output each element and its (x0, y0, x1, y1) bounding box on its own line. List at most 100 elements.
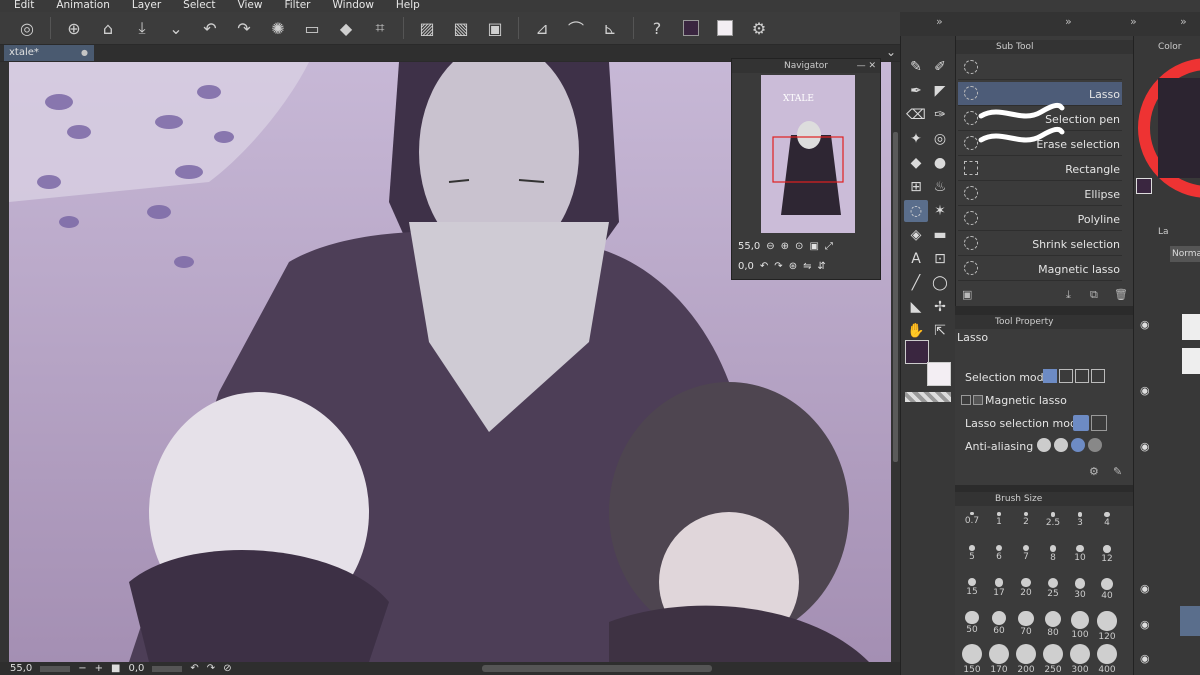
brush-size-option[interactable]: 60 (986, 609, 1012, 639)
brush-size-option[interactable]: 20 (1013, 576, 1039, 606)
flip-vertical-icon[interactable]: ⇵ (817, 261, 825, 272)
eye-icon[interactable]: ◉ (1140, 384, 1150, 397)
lasso-mode-polygon[interactable] (1091, 415, 1107, 431)
reset-rotation-icon[interactable]: ⊛ (789, 261, 797, 272)
horizontal-scroll-thumb[interactable] (482, 665, 712, 672)
subtool-item-ellipse[interactable]: Ellipse (958, 182, 1122, 206)
expand-icon[interactable] (961, 395, 971, 405)
anti-aliasing-options[interactable] (1037, 438, 1102, 452)
droplet-icon[interactable]: ● (928, 152, 952, 174)
brush-size-option[interactable]: 400 (1094, 642, 1120, 675)
sparkle-icon[interactable]: ✦ (904, 128, 928, 150)
brush-size-option[interactable]: 15 (959, 576, 985, 606)
layer-thumbnail[interactable] (1180, 606, 1200, 636)
pencil-icon[interactable]: ✐ (928, 56, 952, 78)
marker-icon[interactable]: ◤ (928, 80, 952, 102)
vertical-scrollbar[interactable] (891, 62, 900, 662)
brush-size-option[interactable]: 120 (1094, 609, 1120, 642)
eye-icon[interactable]: ◉ (1140, 582, 1150, 595)
frame-icon[interactable]: ⊡ (928, 248, 952, 270)
zoom-in-icon[interactable]: ⊕ (781, 241, 789, 252)
brush-size-option[interactable]: 8 (1040, 543, 1066, 573)
new-selection-icon[interactable] (1043, 369, 1057, 383)
brush-size-option[interactable]: 250 (1040, 642, 1066, 675)
zoom-in-icon[interactable]: + (95, 663, 103, 674)
main-color-swatch[interactable] (905, 340, 929, 364)
brush-size-option[interactable]: 300 (1067, 642, 1093, 675)
text-icon[interactable]: A (904, 248, 928, 270)
settings-icon[interactable]: ⚙ (742, 14, 776, 42)
layer-thumbnail[interactable] (1182, 348, 1200, 374)
aa-medium-icon[interactable] (1071, 438, 1085, 452)
menu-select[interactable]: Select (183, 0, 215, 11)
flip-horizontal-icon[interactable]: ⇋ (803, 261, 811, 272)
save-icon[interactable]: ⤓ (125, 14, 159, 42)
add-selection-icon[interactable] (1059, 369, 1073, 383)
lasso-icon[interactable]: ◌ (904, 200, 928, 222)
menu-view[interactable]: View (238, 0, 263, 11)
brush-size-option[interactable]: 2.5 (1040, 510, 1066, 540)
brush-size-option[interactable]: 6 (986, 543, 1012, 573)
help-icon[interactable]: ? (640, 14, 674, 42)
close-icon[interactable]: — ✕ (857, 59, 876, 73)
brush-size-option[interactable]: 17 (986, 576, 1012, 606)
lasso-mode-freehand[interactable] (1073, 415, 1089, 431)
brush-size-option[interactable]: 0.7 (959, 510, 985, 540)
balloon-icon[interactable]: ◯ (928, 272, 952, 294)
bucket-icon[interactable]: ◈ (904, 224, 928, 246)
brush-size-option[interactable]: 12 (1094, 543, 1120, 573)
brush-size-option[interactable]: 100 (1067, 609, 1093, 640)
subtool-group-tab[interactable] (958, 56, 1122, 80)
collapse-icon[interactable]: » (1065, 15, 1072, 28)
subtract-selection-icon[interactable] (1075, 369, 1089, 383)
brush-size-option[interactable]: 40 (1094, 576, 1120, 606)
aa-none-icon[interactable] (1037, 438, 1051, 452)
crop-icon[interactable]: ▣ (478, 14, 512, 42)
chevron-down-icon[interactable]: ⌄ (886, 45, 896, 59)
intersect-selection-icon[interactable] (1091, 369, 1105, 383)
settings-icon[interactable]: ⚙ (1089, 465, 1099, 478)
sub-color-swatch[interactable] (708, 14, 742, 42)
brush-size-option[interactable]: 5 (959, 543, 985, 573)
menu-edit[interactable]: Edit (14, 0, 34, 11)
eye-icon[interactable]: ◉ (1140, 652, 1150, 665)
redo-icon[interactable]: ↷ (227, 14, 261, 42)
actual-size-icon[interactable]: ▣ (809, 241, 818, 252)
blend-mode-select[interactable]: Normal (1170, 246, 1200, 262)
collapse-icon[interactable]: » (1130, 15, 1137, 28)
transform-icon[interactable]: ⌗ (363, 14, 397, 42)
menu-layer[interactable]: Layer (132, 0, 161, 11)
eye-icon[interactable]: ◉ (1140, 618, 1150, 631)
new-file-icon[interactable]: ⊕ (57, 14, 91, 42)
decoration-icon[interactable]: ◎ (928, 128, 952, 150)
brush-icon[interactable]: ✒ (904, 80, 928, 102)
main-color-swatch[interactable] (674, 14, 708, 42)
duplicate-icon[interactable]: ⧉ (1090, 288, 1098, 302)
subtool-item-rectangle[interactable]: Rectangle (958, 157, 1122, 181)
chevron-down-icon[interactable]: ⌄ (159, 14, 193, 42)
eye-icon[interactable]: ◉ (1140, 440, 1150, 453)
ruler-icon[interactable]: ⊿ (525, 14, 559, 42)
deselect-icon[interactable]: ▨ (410, 14, 444, 42)
open-folder-icon[interactable]: ⌂ (91, 14, 125, 42)
stop-icon[interactable]: ■ (111, 663, 120, 674)
fill-icon[interactable]: ◆ (329, 14, 363, 42)
aa-strong-icon[interactable] (1088, 438, 1102, 452)
rotation-slider[interactable] (152, 665, 183, 672)
clear-icon[interactable]: ▭ (295, 14, 329, 42)
sub-color-swatch[interactable] (927, 362, 951, 386)
brush-size-option[interactable]: 4 (1094, 510, 1120, 540)
invert-icon[interactable]: ▧ (444, 14, 478, 42)
zoom-slider[interactable] (40, 665, 71, 672)
brush-size-option[interactable]: 10 (1067, 543, 1093, 573)
wrench-icon[interactable]: ✎ (1113, 465, 1122, 478)
magic-wand-icon[interactable]: ✶ (928, 200, 952, 222)
undo-icon[interactable]: ↶ (193, 14, 227, 42)
navigator-thumbnail[interactable]: XTALE (761, 75, 855, 233)
rotate-right-icon[interactable]: ↷ (774, 261, 782, 272)
brush-icon[interactable]: ⌒ (559, 14, 593, 42)
rotate-right-icon[interactable]: ↷ (207, 663, 215, 674)
reset-icon[interactable]: ⊘ (223, 663, 231, 674)
menu-animation[interactable]: Animation (56, 0, 110, 11)
layer-tab[interactable]: La (1158, 227, 1169, 237)
